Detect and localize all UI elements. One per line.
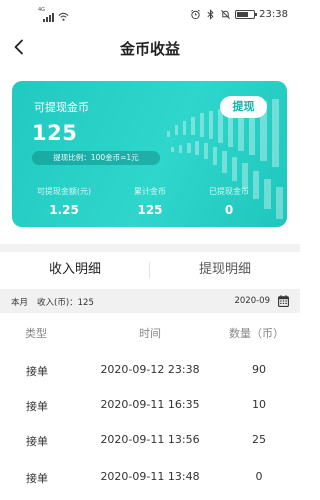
stat-withdrawable-cash: 可提现金额(元) 1.25 (24, 186, 104, 217)
mute-bell-icon (221, 10, 231, 19)
status-left: 4G (38, 7, 69, 22)
status-time: 23:38 (259, 9, 288, 20)
stat-label: 可提现金额(元) (36, 187, 92, 196)
stat-withdrawn-coins: 已提现金币 0 (189, 186, 269, 217)
alarm-icon (191, 9, 201, 20)
table-row: 接单 2020-09-11 16:35 10 (0, 398, 300, 416)
stat-value: 1.25 (49, 203, 79, 217)
stat-value: 0 (224, 203, 234, 217)
calendar-icon[interactable] (278, 295, 289, 307)
page-title: 金币收益 (119, 40, 180, 58)
cell-qty: 0 (255, 470, 263, 483)
tab-withdraw-details[interactable]: 提现明细 (150, 252, 300, 288)
bluetooth-icon (207, 9, 214, 20)
withdraw-ratio-badge: 提现比例：100金币=1元 (32, 151, 160, 165)
column-header-qty: 数量（币） (229, 327, 284, 340)
table-row: 接单 2020-09-12 23:38 90 (0, 363, 300, 381)
section-divider (0, 244, 300, 252)
detail-tabs: 收入明细 提现明细 (0, 252, 300, 288)
tab-separator (149, 262, 150, 278)
stat-value: 125 (137, 203, 163, 217)
cell-qty: 25 (252, 433, 266, 446)
table-row: 接单 2020-09-11 13:56 25 (0, 433, 300, 451)
status-bar: 4G 23:38 (0, 0, 300, 34)
battery-icon (235, 10, 258, 19)
month-label: 本月 (11, 298, 29, 308)
nav-bar: 金币收益 (0, 34, 300, 62)
month-income-summary: 收入(币)：125 (37, 298, 94, 308)
withdrawable-coins-amount: 125 (32, 121, 78, 145)
cellular-signal-icon: 4G (38, 7, 54, 22)
status-right: 23:38 (190, 9, 288, 20)
stat-label: 累计金币 (134, 187, 166, 196)
stat-total-coins: 累计金币 125 (110, 186, 190, 217)
table-row: 接单 2020-09-11 13:48 0 (0, 470, 300, 488)
table-header: 类型 时间 数量（币） (0, 325, 300, 343)
stat-label: 已提现金币 (209, 187, 249, 196)
wifi-icon (58, 12, 69, 21)
month-picker-value[interactable]: 2020-09 (234, 296, 270, 306)
coin-balance-card: 可提现金币 125 提现比例：100金币=1元 提现 可提现金额(元) 1.25… (12, 81, 287, 227)
month-filter-bar: 本月 收入(币)：125 2020-09 (0, 289, 300, 313)
cell-qty: 10 (252, 398, 266, 411)
tab-income-details[interactable]: 收入明细 (0, 252, 150, 288)
withdraw-button[interactable]: 提现 (220, 96, 267, 118)
withdrawable-coins-label: 可提现金币 (34, 101, 89, 114)
cell-qty: 90 (252, 363, 266, 376)
